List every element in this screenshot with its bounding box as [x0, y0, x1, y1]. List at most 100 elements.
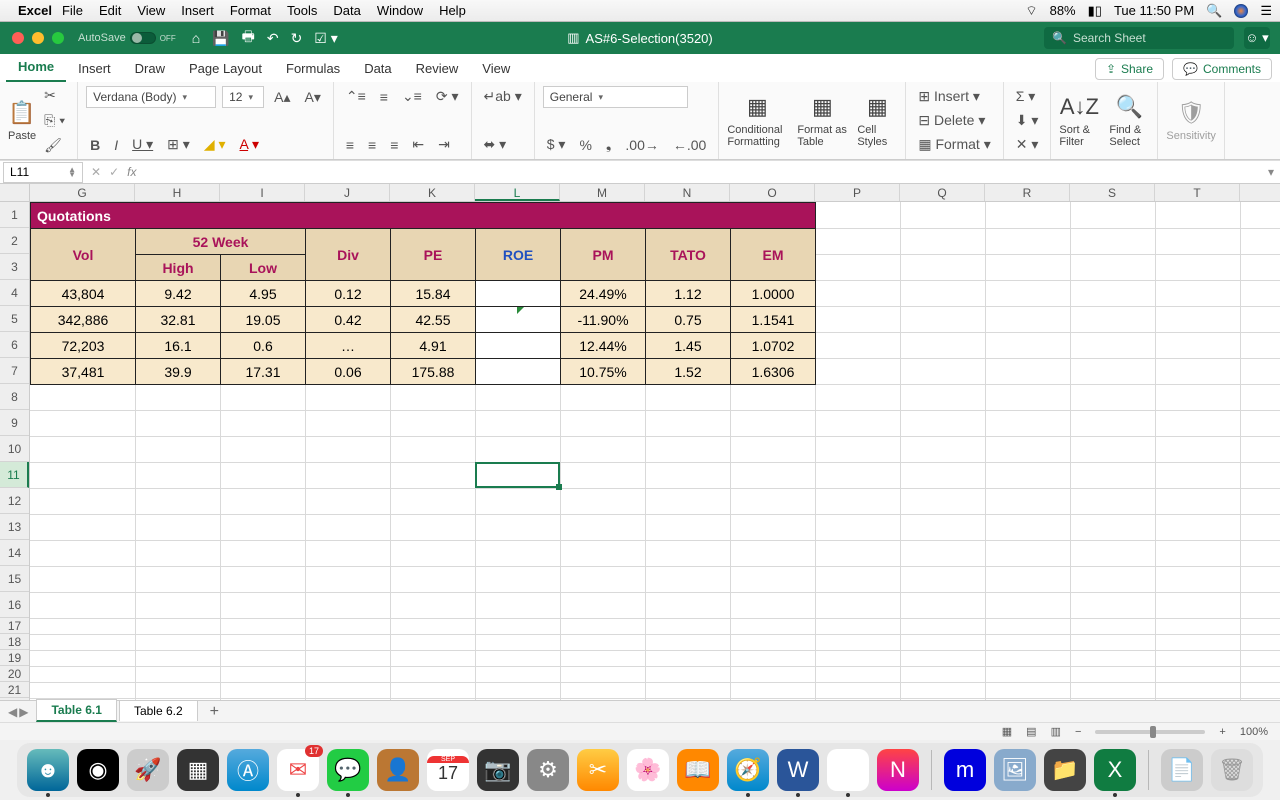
cell-div[interactable]: … [306, 333, 391, 359]
fx-icon[interactable]: fx [127, 165, 136, 179]
sheet-nav-next-icon[interactable]: ▶ [19, 705, 28, 719]
dock-mission-control[interactable]: ▦ [177, 749, 219, 791]
dock-screenshot[interactable]: ✂ [577, 749, 619, 791]
decrease-decimal-icon[interactable]: ←.00 [669, 135, 710, 155]
row-header[interactable]: 8 [0, 384, 29, 410]
menu-help[interactable]: Help [439, 3, 466, 18]
cell-styles-button[interactable]: ▦Cell Styles [857, 94, 897, 148]
table-title[interactable]: Quotations [31, 203, 816, 229]
dock-safari[interactable]: 🧭 [727, 749, 769, 791]
menu-file[interactable]: File [62, 3, 83, 18]
cell-high[interactable]: 16.1 [136, 333, 221, 359]
format-as-table-button[interactable]: ▦Format as Table [797, 94, 847, 148]
error-indicator-icon[interactable] [517, 307, 524, 314]
cell-pe[interactable]: 175.88 [391, 359, 476, 385]
col-header[interactable]: L [475, 184, 560, 201]
col-header[interactable]: T [1155, 184, 1240, 201]
zoom-out-button[interactable]: − [1075, 726, 1081, 738]
tab-formulas[interactable]: Formulas [274, 55, 352, 82]
spotlight-icon[interactable]: 🔍 [1206, 3, 1222, 19]
menu-view[interactable]: View [137, 3, 165, 18]
th-tato[interactable]: TATO [646, 229, 731, 281]
cell-tato[interactable]: 0.75 [646, 307, 731, 333]
dock-launchpad[interactable]: 🚀 [127, 749, 169, 791]
cell-em[interactable]: 1.0000 [731, 281, 816, 307]
tab-data[interactable]: Data [352, 55, 403, 82]
tab-home[interactable]: Home [6, 53, 66, 82]
accounting-format-icon[interactable]: $ ▾ [543, 134, 570, 155]
cell-tato[interactable]: 1.12 [646, 281, 731, 307]
cell-tato[interactable]: 1.52 [646, 359, 731, 385]
row-header[interactable]: 21 [0, 682, 29, 698]
th-pe[interactable]: PE [391, 229, 476, 281]
row-header[interactable]: 3 [0, 254, 29, 280]
cell-roe[interactable] [476, 281, 561, 307]
row-header[interactable]: 15 [0, 566, 29, 592]
feedback-smile-button[interactable]: ☺ ▾ [1244, 27, 1270, 49]
row-header[interactable]: 10 [0, 436, 29, 462]
cell-low[interactable]: 4.95 [221, 281, 306, 307]
cancel-formula-icon[interactable]: ✕ [91, 165, 101, 179]
zoom-level[interactable]: 100% [1240, 726, 1268, 738]
dock-messages[interactable]: 💬 [327, 749, 369, 791]
dock-folder[interactable]: 📁 [1044, 749, 1086, 791]
autosave-switch-icon[interactable] [130, 32, 156, 44]
table-row[interactable]: 342,88632.8119.050.4242.55-11.90%0.751.1… [31, 307, 816, 333]
menu-format[interactable]: Format [230, 3, 271, 18]
tab-draw[interactable]: Draw [123, 55, 177, 82]
cell-em[interactable]: 1.6306 [731, 359, 816, 385]
undo-icon[interactable]: ↶ [267, 30, 279, 47]
font-size-select[interactable]: 12▾ [222, 86, 264, 108]
col-header[interactable]: K [390, 184, 475, 201]
number-format-select[interactable]: General▾ [543, 86, 688, 108]
dock-calendar[interactable]: SEP17 [427, 749, 469, 791]
zoom-slider[interactable] [1095, 730, 1205, 734]
dock-app-m[interactable]: m [944, 749, 986, 791]
row-header[interactable]: 11 [0, 462, 29, 488]
cell-high[interactable]: 9.42 [136, 281, 221, 307]
cell-high[interactable]: 32.81 [136, 307, 221, 333]
dock-word[interactable]: W [777, 749, 819, 791]
tab-page-layout[interactable]: Page Layout [177, 55, 274, 82]
cell-em[interactable]: 1.1541 [731, 307, 816, 333]
cell-pm[interactable]: 10.75% [561, 359, 646, 385]
col-header[interactable]: G [30, 184, 135, 201]
view-normal-icon[interactable]: ▦ [1002, 725, 1012, 738]
table-row[interactable]: 72,20316.10.6…4.9112.44%1.451.0702 [31, 333, 816, 359]
cut-icon[interactable]: ✂ [40, 85, 69, 106]
redo-icon[interactable]: ↻ [291, 30, 303, 47]
menu-insert[interactable]: Insert [181, 3, 214, 18]
insert-cells-button[interactable]: ⊞ Insert ▾ [914, 86, 994, 107]
row-header[interactable]: 1 [0, 202, 29, 228]
dock-photos[interactable]: 🌸 [627, 749, 669, 791]
cell-div[interactable]: 0.06 [306, 359, 391, 385]
cell-vol[interactable]: 43,804 [31, 281, 136, 307]
format-cells-button[interactable]: ▦ Format ▾ [914, 134, 994, 155]
th-high[interactable]: High [136, 255, 221, 281]
col-header[interactable]: M [560, 184, 645, 201]
th-pm[interactable]: PM [561, 229, 646, 281]
percent-format-icon[interactable]: % [575, 135, 595, 155]
th-vol[interactable]: Vol [31, 229, 136, 281]
autosave-toggle[interactable]: AutoSave OFF [78, 32, 176, 44]
dock-chrome[interactable]: ◯ [827, 749, 869, 791]
name-box[interactable]: L11 ▲▼ [3, 162, 83, 183]
copy-icon[interactable]: ⎘ ▾ [40, 110, 69, 131]
dock-appstore[interactable]: Ⓐ [227, 749, 269, 791]
row-header[interactable]: 4 [0, 280, 29, 306]
th-low[interactable]: Low [221, 255, 306, 281]
control-center-icon[interactable]: ☰ [1260, 3, 1272, 19]
spreadsheet-grid[interactable]: 123456789101112131415161718192021 Quotat… [0, 202, 1280, 700]
row-header[interactable]: 19 [0, 650, 29, 666]
wrap-text-icon[interactable]: ↵ab ▾ [480, 86, 526, 107]
row-header[interactable]: 6 [0, 332, 29, 358]
italic-button[interactable]: I [110, 135, 122, 155]
format-painter-icon[interactable]: 🖌 [40, 135, 69, 156]
search-sheet-input[interactable]: 🔍 Search Sheet [1044, 27, 1234, 49]
decrease-indent-icon[interactable]: ⇤ [408, 134, 428, 155]
font-name-select[interactable]: Verdana (Body)▾ [86, 86, 216, 108]
increase-font-icon[interactable]: A▴ [270, 87, 294, 108]
sheet-tab[interactable]: Table 6.1 [36, 699, 116, 722]
dock-trash[interactable]: 🗑 [1211, 749, 1253, 791]
siri-icon[interactable] [1234, 4, 1248, 18]
